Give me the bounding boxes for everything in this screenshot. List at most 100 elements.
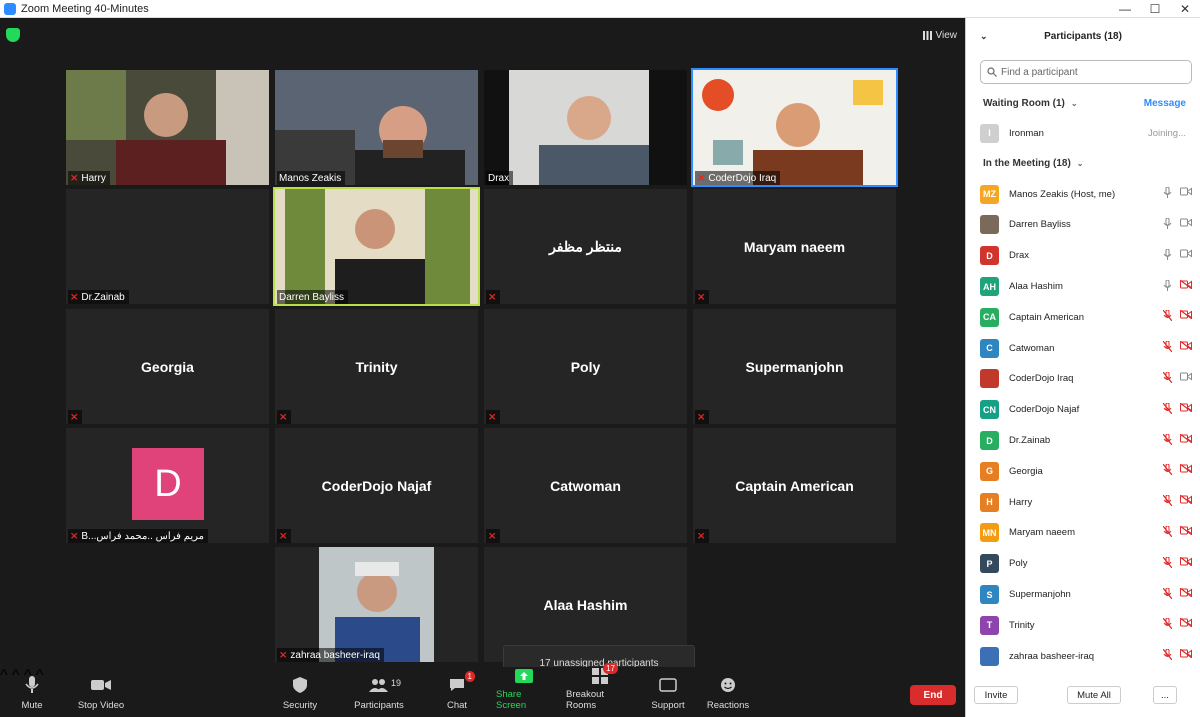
video-tile-muntadhar[interactable]: منتظر مظفر ⨯ (484, 189, 687, 304)
security-button[interactable]: Security (282, 667, 318, 717)
end-meeting-button[interactable]: End (910, 685, 956, 705)
mic-muted-icon[interactable] (1162, 617, 1173, 632)
video-tile-trinity[interactable]: Trinity ⨯ (275, 309, 478, 424)
minimize-button[interactable]: — (1110, 0, 1140, 18)
video-tile-harry[interactable]: ⨯ Harry (66, 70, 269, 185)
participant-row[interactable]: G Georgia (966, 456, 1200, 487)
video-off-icon[interactable] (1179, 525, 1193, 540)
participant-row[interactable]: T Trinity (966, 610, 1200, 641)
video-camera-icon[interactable] (1180, 249, 1192, 263)
video-camera-icon[interactable] (1180, 372, 1192, 386)
participant-row[interactable]: Darren Bayliss (966, 210, 1200, 241)
mic-muted-icon[interactable] (1162, 494, 1173, 509)
stop-video-button[interactable]: Stop Video (76, 667, 126, 717)
smiley-icon (718, 675, 738, 695)
mic-muted-icon[interactable] (1162, 433, 1173, 448)
mic-muted-icon[interactable] (1162, 402, 1173, 417)
video-off-icon[interactable] (1179, 463, 1193, 478)
video-tile-supermanjohn[interactable]: Supermanjohn ⨯ (693, 309, 896, 424)
participant-row[interactable]: H Harry (966, 487, 1200, 518)
participant-name: Harry (81, 172, 106, 184)
avatar: MZ (980, 184, 999, 204)
video-off-icon[interactable] (1179, 587, 1193, 602)
audio-options-caret-icon[interactable]: ^ (0, 667, 8, 684)
breakout-rooms-button[interactable]: 17 Breakout Rooms (566, 663, 634, 717)
mute-button[interactable]: Mute (18, 667, 46, 717)
participant-row[interactable]: CA Captain American (966, 302, 1200, 333)
mic-muted-icon[interactable] (1162, 463, 1173, 478)
message-waiting-button[interactable]: Message (1144, 98, 1186, 109)
tile-label: Drax (486, 171, 514, 185)
mic-muted-icon[interactable] (1162, 340, 1173, 355)
video-tile-poly[interactable]: Poly ⨯ (484, 309, 687, 424)
collapse-chevron-icon[interactable]: ⌄ (980, 31, 988, 42)
participant-row[interactable]: C Catwoman (966, 333, 1200, 364)
avatar: D (980, 431, 999, 451)
more-options-button[interactable]: ... (1153, 686, 1177, 704)
participant-row[interactable]: zahraa basheer-iraq (966, 641, 1200, 672)
mic-muted-icon[interactable] (1162, 309, 1173, 324)
video-off-icon[interactable] (1179, 402, 1193, 417)
video-camera-icon (91, 675, 111, 695)
mic-muted-icon[interactable] (1162, 556, 1173, 571)
video-off-icon[interactable] (1179, 309, 1193, 324)
participant-row[interactable]: CoderDojo Iraq (966, 364, 1200, 395)
participant-row[interactable]: P Poly (966, 548, 1200, 579)
video-tile-dr-zainab[interactable]: ⨯ Dr.Zainab (66, 189, 269, 304)
mic-muted-icon[interactable] (1162, 525, 1173, 540)
video-tile-coderdojo-iraq[interactable]: ⨯ CoderDojo Iraq (691, 68, 898, 187)
participant-row[interactable]: CN CoderDojo Najaf (966, 394, 1200, 425)
waiting-room-header[interactable]: Waiting Room (1) ⌄ Message (966, 88, 1200, 118)
video-tile-manos[interactable]: Manos Zeakis (275, 70, 478, 185)
video-camera-icon[interactable] (1180, 187, 1192, 201)
participant-row[interactable]: S Supermanjohn (966, 579, 1200, 610)
in-meeting-header[interactable]: In the Meeting (18) ⌄ (966, 149, 1200, 179)
participant-row[interactable]: D Drax (966, 240, 1200, 271)
mic-muted-icon[interactable] (1162, 648, 1173, 663)
microphone-icon[interactable] (1163, 279, 1172, 294)
participant-row[interactable]: MZ Manos Zeakis (Host, me) (966, 179, 1200, 210)
video-tile-captain-american[interactable]: Captain American ⨯ (693, 428, 896, 543)
video-tile-coderdojo-najaf[interactable]: CoderDojo Najaf ⨯ (275, 428, 478, 543)
microphone-icon[interactable] (1163, 217, 1172, 232)
mic-muted-icon[interactable] (1162, 587, 1173, 602)
view-label: View (935, 29, 958, 41)
microphone-icon[interactable] (1163, 248, 1172, 263)
mic-muted-icon[interactable] (1162, 371, 1173, 386)
video-tile-maryam[interactable]: Maryam naeem ⨯ (693, 189, 896, 304)
video-off-icon[interactable] (1179, 648, 1193, 663)
view-button[interactable]: View (922, 26, 958, 44)
video-tile-georgia[interactable]: Georgia ⨯ (66, 309, 269, 424)
chat-button[interactable]: 1 Chat (444, 667, 475, 717)
video-off-icon[interactable] (1179, 340, 1193, 355)
video-tile-maryam-firas[interactable]: D ⨯ B...مريم فراس ..محمد فراس (66, 428, 269, 543)
microphone-icon[interactable] (1163, 186, 1172, 201)
participant-status-icons (1162, 309, 1193, 324)
video-off-icon[interactable] (1179, 279, 1193, 294)
video-tile-darren[interactable]: Darren Bayliss (273, 187, 480, 306)
close-button[interactable]: ✕ (1170, 0, 1200, 18)
participant-row[interactable]: D Dr.Zainab (966, 425, 1200, 456)
participant-status-icons (1162, 525, 1193, 540)
tile-label: ⨯ zahraa basheer-iraq (277, 648, 384, 662)
video-tile-drax[interactable]: Drax (484, 70, 687, 185)
participant-row[interactable]: AH Alaa Hashim (966, 271, 1200, 302)
waiting-participant-row[interactable]: I Ironman Joining... (966, 118, 1200, 149)
video-off-icon[interactable] (1179, 494, 1193, 509)
mute-all-button[interactable]: Mute All (1067, 686, 1121, 704)
video-tile-catwoman[interactable]: Catwoman ⨯ (484, 428, 687, 543)
video-tile-zahraa[interactable]: ⨯ zahraa basheer-iraq (275, 547, 478, 662)
participant-row[interactable]: MN Maryam naeem (966, 518, 1200, 549)
video-off-icon[interactable] (1179, 556, 1193, 571)
participants-button[interactable]: 19 Participants (352, 667, 406, 717)
video-off-icon[interactable] (1179, 433, 1193, 448)
reactions-button[interactable]: Reactions (707, 667, 749, 717)
invite-button[interactable]: Invite (974, 686, 1018, 704)
support-button[interactable]: Support (651, 667, 685, 717)
share-screen-button[interactable]: Share Screen (496, 667, 552, 717)
video-off-icon[interactable] (1179, 617, 1193, 632)
search-participant-input[interactable]: Find a participant (980, 60, 1192, 84)
maximize-button[interactable]: ☐ (1140, 0, 1170, 18)
video-camera-icon[interactable] (1180, 218, 1192, 232)
encryption-shield-icon[interactable] (6, 28, 20, 42)
